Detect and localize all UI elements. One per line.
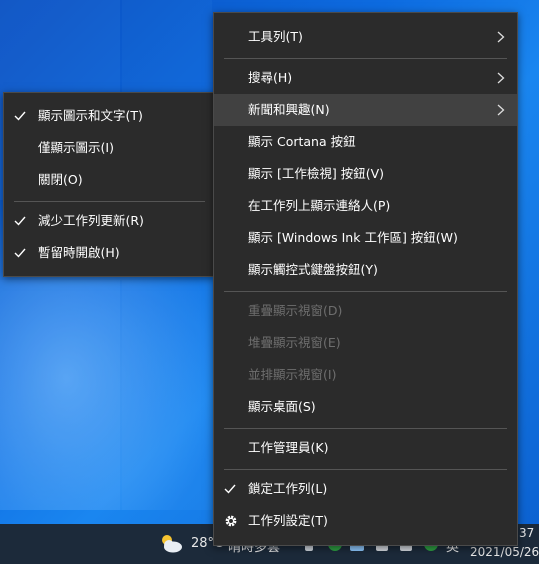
- menu-item-label: 堆疊顯示視窗(E): [248, 335, 341, 350]
- menu-item-label: 在工作列上顯示連絡人(P): [248, 198, 391, 213]
- menu-item-show-people[interactable]: 在工作列上顯示連絡人(P): [214, 190, 517, 222]
- menu-separator: [224, 428, 507, 429]
- menu-item-show-touch-keyboard[interactable]: 顯示觸控式鍵盤按鈕(Y): [214, 254, 517, 286]
- menu-item-taskbar-settings[interactable]: 工作列設定(T): [214, 505, 517, 537]
- menu-separator: [224, 58, 507, 59]
- menu-separator: [224, 291, 507, 292]
- clock-date[interactable]: 2021/05/26: [470, 545, 539, 559]
- menu-item-news-and-interests[interactable]: 新聞和興趣(N): [214, 94, 517, 126]
- menu-item-label: 重疊顯示視窗(D): [248, 303, 343, 318]
- menu-item-label: 顯示 [Windows Ink 工作區] 按鈕(W): [248, 230, 458, 245]
- menu-item-stack-windows: 堆疊顯示視窗(E): [214, 327, 517, 359]
- submenu-item-label: 顯示圖示和文字(T): [38, 108, 143, 123]
- checkmark-icon: [14, 237, 28, 269]
- submenu-item-reduce-updates[interactable]: 減少工作列更新(R): [4, 205, 215, 237]
- submenu-item-show-icon-only[interactable]: 僅顯示圖示(I): [4, 132, 215, 164]
- menu-item-label: 工具列(T): [248, 29, 303, 44]
- menu-item-label: 顯示 Cortana 按鈕: [248, 134, 356, 149]
- checkmark-icon: [14, 205, 28, 237]
- menu-separator: [224, 469, 507, 470]
- submenu-item-show-icon-and-text[interactable]: 顯示圖示和文字(T): [4, 100, 215, 132]
- submenu-item-label: 減少工作列更新(R): [38, 213, 144, 228]
- taskbar-context-menu: 工具列(T) 搜尋(H) 新聞和興趣(N) 顯示 Cortana 按鈕 顯示 […: [213, 12, 518, 546]
- menu-item-label: 顯示桌面(S): [248, 399, 316, 414]
- menu-item-label: 新聞和興趣(N): [248, 102, 330, 117]
- menu-item-label: 鎖定工作列(L): [248, 481, 328, 496]
- gear-icon: [224, 505, 238, 537]
- menu-item-label: 並排顯示視窗(I): [248, 367, 337, 382]
- chevron-right-icon: [497, 21, 507, 53]
- menu-item-side-by-side-windows: 並排顯示視窗(I): [214, 359, 517, 391]
- chevron-right-icon: [497, 62, 507, 94]
- cloud-sun-icon[interactable]: [158, 532, 184, 554]
- menu-item-label: 顯示觸控式鍵盤按鈕(Y): [248, 262, 378, 277]
- wallpaper-pane: [0, 280, 120, 510]
- menu-item-task-manager[interactable]: 工作管理員(K): [214, 432, 517, 464]
- menu-item-show-cortana[interactable]: 顯示 Cortana 按鈕: [214, 126, 517, 158]
- news-interests-submenu: 顯示圖示和文字(T) 僅顯示圖示(I) 關閉(O) 減少工作列更新(R) 暫留時…: [3, 92, 216, 277]
- menu-item-show-desktop[interactable]: 顯示桌面(S): [214, 391, 517, 423]
- menu-item-show-task-view[interactable]: 顯示 [工作檢視] 按鈕(V): [214, 158, 517, 190]
- wallpaper-pane: [122, 280, 212, 510]
- menu-item-label: 工作列設定(T): [248, 513, 328, 528]
- submenu-item-label: 暫留時開啟(H): [38, 245, 120, 260]
- menu-item-toolbars[interactable]: 工具列(T): [214, 21, 517, 53]
- menu-item-label: 工作管理員(K): [248, 440, 329, 455]
- menu-item-show-windows-ink[interactable]: 顯示 [Windows Ink 工作區] 按鈕(W): [214, 222, 517, 254]
- submenu-item-open-on-hover[interactable]: 暫留時開啟(H): [4, 237, 215, 269]
- menu-item-lock-taskbar[interactable]: 鎖定工作列(L): [214, 473, 517, 505]
- checkmark-icon: [14, 100, 28, 132]
- menu-item-label: 搜尋(H): [248, 70, 293, 85]
- menu-item-search[interactable]: 搜尋(H): [214, 62, 517, 94]
- chevron-right-icon: [497, 94, 507, 126]
- menu-item-label: 顯示 [工作檢視] 按鈕(V): [248, 166, 385, 181]
- submenu-item-label: 僅顯示圖示(I): [38, 140, 114, 155]
- menu-separator: [14, 201, 205, 202]
- submenu-item-label: 關閉(O): [38, 172, 83, 187]
- clock-time[interactable]: 37: [519, 526, 534, 540]
- submenu-item-turn-off[interactable]: 關閉(O): [4, 164, 215, 196]
- menu-item-cascade-windows: 重疊顯示視窗(D): [214, 295, 517, 327]
- checkmark-icon: [224, 473, 238, 505]
